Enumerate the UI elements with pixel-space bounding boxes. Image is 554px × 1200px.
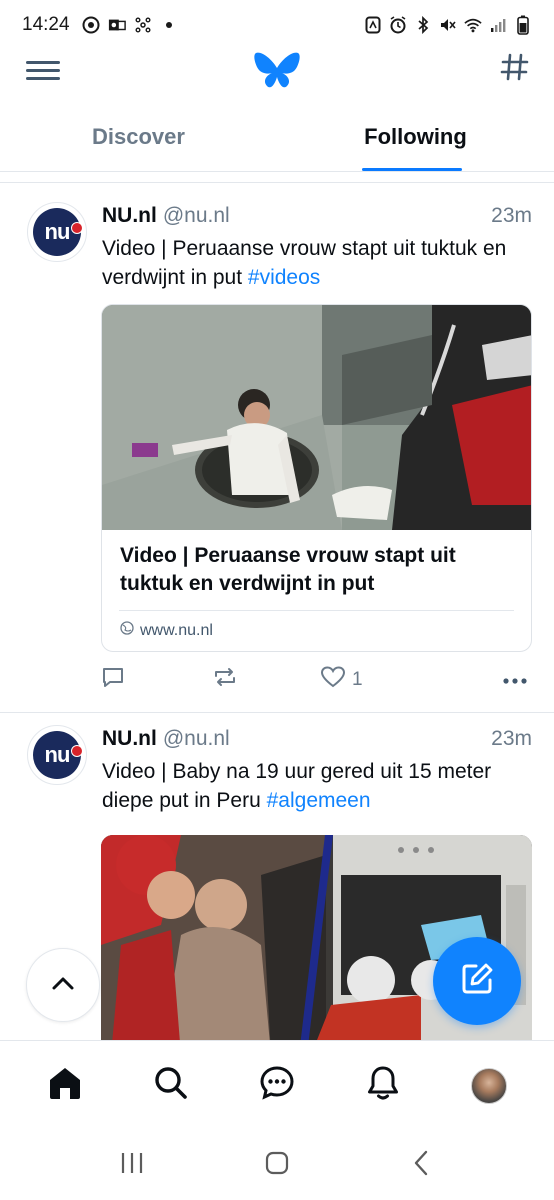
hamburger-icon[interactable]	[26, 56, 60, 86]
nav-chat[interactable]	[247, 1056, 307, 1116]
back-button[interactable]	[397, 1140, 447, 1190]
android-home-icon	[264, 1150, 290, 1181]
butterfly-logo	[253, 50, 301, 92]
profile-avatar	[471, 1067, 507, 1104]
avatar-badge	[71, 745, 83, 757]
author-handle[interactable]: @nu.nl	[163, 204, 230, 228]
compose-button[interactable]	[433, 937, 521, 1025]
chat-icon	[259, 1065, 295, 1106]
nav-notifications[interactable]	[353, 1056, 413, 1116]
tab-discover[interactable]: Discover	[0, 108, 277, 171]
post-time: 23m	[491, 204, 532, 227]
card-domain: www.nu.nl	[102, 611, 531, 650]
hashtag-link[interactable]: #videos	[248, 266, 320, 289]
back-icon	[412, 1150, 432, 1181]
avatar-text: nu	[44, 742, 71, 767]
card-domain-text: www.nu.nl	[140, 621, 213, 639]
status-time: 14:24	[22, 14, 70, 35]
reply-button[interactable]	[101, 665, 125, 695]
link-card[interactable]: Video | Peruaanse vrouw stapt uit tuktuk…	[101, 304, 532, 652]
home-icon	[47, 1066, 83, 1105]
post-meta: NU.nl @nu.nl 23m	[102, 204, 532, 228]
search-icon	[153, 1065, 189, 1106]
wifi-icon	[464, 16, 482, 34]
more-options-button[interactable]	[502, 669, 528, 691]
post-text: Video | Peruaanse vrouw stapt uit tuktuk…	[102, 234, 534, 292]
nfc-icon	[364, 16, 382, 34]
repost-icon	[212, 665, 238, 695]
avatar-logo: nu	[33, 208, 83, 256]
dot-icon	[160, 16, 178, 34]
status-right-icons	[364, 15, 532, 35]
battery-icon	[514, 15, 532, 35]
ellipsis-icon	[502, 669, 528, 691]
app-header	[0, 50, 554, 94]
nav-search[interactable]	[141, 1056, 201, 1116]
compose-icon	[459, 961, 495, 1002]
avatar-badge	[71, 222, 83, 234]
hashtag-link[interactable]: #algemeen	[267, 789, 371, 812]
post-actions: 1	[101, 665, 532, 695]
post-meta: NU.nl @nu.nl 23m	[102, 727, 532, 751]
author-handle[interactable]: @nu.nl	[163, 727, 230, 751]
avatar[interactable]: nu	[27, 202, 87, 262]
mute-icon	[439, 16, 457, 34]
bell-icon	[366, 1065, 400, 1106]
chrome-icon	[82, 16, 100, 34]
repost-button[interactable]	[212, 665, 238, 695]
heart-icon	[320, 665, 346, 695]
bluetooth-icon	[414, 16, 432, 34]
bottom-nav	[0, 1040, 554, 1130]
like-count: 1	[352, 669, 363, 690]
home-button[interactable]	[252, 1140, 302, 1190]
android-nav-bar	[0, 1130, 554, 1200]
scroll-to-top-button[interactable]	[26, 948, 100, 1022]
card-image	[102, 305, 531, 530]
divider	[0, 182, 554, 183]
card-title: Video | Peruaanse vrouw stapt uit tuktuk…	[120, 544, 456, 595]
recents-button[interactable]	[107, 1140, 157, 1190]
network-icon	[134, 16, 152, 34]
reply-icon	[101, 665, 125, 695]
avatar[interactable]: nu	[27, 725, 87, 785]
nav-profile[interactable]	[459, 1056, 519, 1116]
post-text: Video | Baby na 19 uur gered uit 15 mete…	[102, 757, 534, 815]
avatar-logo: nu	[33, 731, 83, 779]
like-button[interactable]: 1	[320, 665, 363, 695]
status-bar: 14:24	[0, 0, 554, 50]
nav-home[interactable]	[35, 1056, 95, 1116]
author-name[interactable]: NU.nl	[102, 727, 157, 751]
signal-icon	[489, 16, 507, 34]
status-left-icons	[82, 16, 178, 34]
outlook-icon	[108, 16, 126, 34]
hash-icon[interactable]	[500, 52, 530, 90]
chevron-up-icon	[51, 975, 75, 996]
post-time: 23m	[491, 727, 532, 750]
post-item[interactable]: nu NU.nl @nu.nl 23m Video | Baby na 19 u…	[0, 712, 554, 1055]
recents-icon	[119, 1151, 145, 1180]
alarm-icon	[389, 16, 407, 34]
author-name[interactable]: NU.nl	[102, 204, 157, 228]
feed-tabs: Discover Following	[0, 108, 554, 172]
avatar-text: nu	[44, 219, 71, 244]
globe-icon	[120, 621, 134, 640]
tab-following[interactable]: Following	[277, 108, 554, 171]
